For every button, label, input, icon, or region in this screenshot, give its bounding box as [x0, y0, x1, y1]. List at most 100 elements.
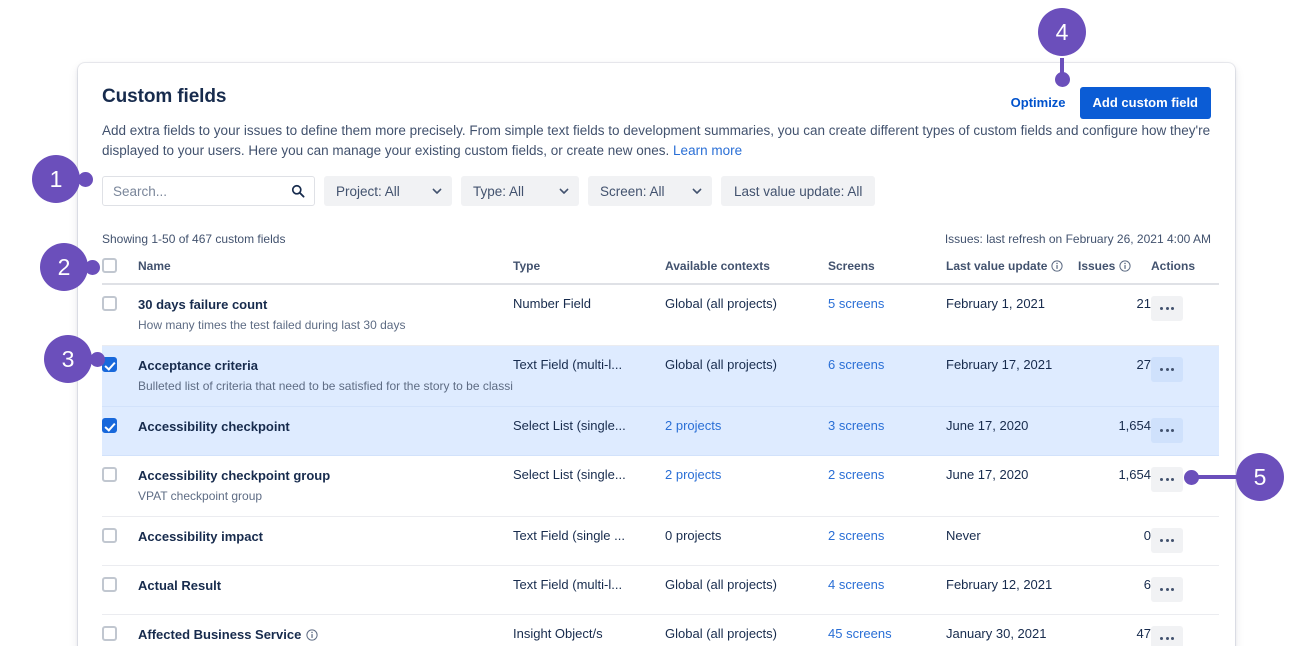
- learn-more-link[interactable]: Learn more: [673, 143, 742, 158]
- ellipsis-dot: [1165, 637, 1169, 640]
- annotation-4-connector-dot: [1055, 72, 1070, 87]
- table-row[interactable]: 30 days failure count How many times the …: [102, 284, 1219, 346]
- field-name[interactable]: Accessibility checkpoint: [138, 418, 290, 435]
- field-name[interactable]: Accessibility impact: [138, 528, 263, 545]
- row-last-value-update-cell: February 12, 2021: [946, 566, 1078, 615]
- field-screens-link[interactable]: 3 screens: [828, 418, 884, 433]
- search-input[interactable]: [103, 177, 314, 205]
- ellipsis-dot: [1160, 429, 1163, 432]
- ellipsis-dot: [1171, 429, 1174, 432]
- row-actions-button[interactable]: [1151, 418, 1183, 443]
- row-name-cell: Acceptance criteria Bulleted list of crit…: [138, 346, 513, 407]
- row-actions-button[interactable]: [1151, 577, 1183, 602]
- row-last-value-update-cell: January 30, 2021: [946, 615, 1078, 646]
- field-issues-count: 1,654: [1118, 418, 1151, 433]
- field-last-value-update: February 12, 2021: [946, 577, 1053, 592]
- field-name[interactable]: Accessibility checkpoint group: [138, 467, 330, 484]
- custom-fields-table: Name Type Available contexts Screens Las…: [102, 258, 1219, 646]
- row-actions-cell: [1151, 346, 1219, 407]
- search-box[interactable]: [102, 176, 315, 206]
- field-last-value-update: Never: [946, 528, 981, 543]
- filter-type-dropdown[interactable]: Type: All: [461, 176, 579, 206]
- field-name[interactable]: Affected Business Service: [138, 626, 318, 643]
- row-checkbox[interactable]: [102, 577, 117, 592]
- header-screens[interactable]: Screens: [828, 258, 946, 285]
- filter-screen-dropdown[interactable]: Screen: All: [588, 176, 712, 206]
- row-issues-cell: 6: [1078, 566, 1151, 615]
- row-actions-cell: [1151, 566, 1219, 615]
- row-checkbox[interactable]: [102, 418, 117, 433]
- row-issues-cell: 1,654: [1078, 407, 1151, 456]
- field-name-label: Affected Business Service: [138, 627, 302, 642]
- row-contexts-cell: Global (all projects): [665, 566, 828, 615]
- header-last-value-update[interactable]: Last value update: [946, 258, 1078, 285]
- row-actions-cell: [1151, 284, 1219, 346]
- field-name[interactable]: Actual Result: [138, 577, 221, 594]
- field-screens-link[interactable]: 6 screens: [828, 357, 884, 372]
- info-icon[interactable]: [306, 628, 318, 641]
- info-icon[interactable]: [1051, 260, 1063, 272]
- table-row[interactable]: Accessibility checkpoint group VPAT check…: [102, 456, 1219, 517]
- filter-last-value-update-dropdown[interactable]: Last value update: All: [721, 176, 876, 206]
- row-checkbox[interactable]: [102, 626, 117, 641]
- table-row[interactable]: Accessibility impact Text Field (single .…: [102, 517, 1219, 566]
- field-contexts: Global (all projects): [665, 357, 777, 372]
- header-name[interactable]: Name: [138, 258, 513, 285]
- select-all-checkbox[interactable]: [102, 258, 117, 273]
- row-actions-button[interactable]: [1151, 296, 1183, 321]
- field-name-label: Accessibility checkpoint: [138, 419, 290, 434]
- table-row[interactable]: Accessibility checkpoint Select List (sin…: [102, 406, 1219, 456]
- row-checkbox[interactable]: [102, 528, 117, 543]
- annotation-1-connector-dot: [78, 172, 93, 187]
- table-row[interactable]: Acceptance criteria Bulleted list of crit…: [102, 345, 1219, 407]
- row-actions-button[interactable]: [1151, 626, 1183, 646]
- field-name[interactable]: Acceptance criteria: [138, 357, 258, 374]
- annotation-badge-3: 3: [44, 335, 92, 383]
- table-row[interactable]: Actual Result Text Field (multi-l... Globa…: [102, 566, 1219, 615]
- row-issues-cell: 1,654: [1078, 456, 1151, 517]
- header-issues[interactable]: Issues: [1078, 258, 1151, 285]
- info-icon[interactable]: [1119, 260, 1131, 272]
- ellipsis-dot: [1165, 478, 1169, 481]
- row-checkbox[interactable]: [102, 296, 117, 311]
- annotation-badge-2: 2: [40, 243, 88, 291]
- row-contexts-cell: 2 projects: [665, 456, 828, 517]
- filter-bar: Project: All Type: All Screen: All: [102, 176, 1211, 206]
- field-contexts[interactable]: 2 projects: [665, 418, 721, 433]
- table-body: 30 days failure count How many times the …: [102, 284, 1219, 646]
- row-checkbox[interactable]: [102, 467, 117, 482]
- field-type: Number Field: [513, 296, 592, 311]
- custom-fields-card: Custom fields Optimize Add custom field …: [78, 63, 1235, 646]
- row-select-cell: [102, 566, 138, 615]
- optimize-link[interactable]: Optimize: [1011, 95, 1066, 111]
- field-name[interactable]: 30 days failure count: [138, 296, 267, 313]
- row-actions-button[interactable]: [1151, 357, 1183, 382]
- row-actions-button[interactable]: [1151, 467, 1183, 492]
- filter-project-dropdown[interactable]: Project: All: [324, 176, 452, 206]
- field-screens-link[interactable]: 2 screens: [828, 528, 884, 543]
- row-screens-cell: 6 screens: [828, 346, 946, 407]
- row-issues-cell: 21: [1078, 284, 1151, 346]
- field-screens-link[interactable]: 45 screens: [828, 626, 892, 641]
- field-name-label: Actual Result: [138, 578, 222, 593]
- field-screens-link[interactable]: 2 screens: [828, 467, 884, 482]
- table-header-row: Name Type Available contexts Screens Las…: [102, 258, 1219, 285]
- filter-screen-label: Screen: All: [600, 183, 665, 199]
- header-available-contexts[interactable]: Available contexts: [665, 258, 828, 285]
- field-screens-link[interactable]: 4 screens: [828, 577, 884, 592]
- field-screens-link[interactable]: 5 screens: [828, 296, 884, 311]
- add-custom-field-button[interactable]: Add custom field: [1079, 87, 1211, 119]
- header-type[interactable]: Type: [513, 258, 665, 285]
- table-row[interactable]: Affected Business ServiceAffected Busine…: [102, 615, 1219, 646]
- filter-type-label: Type: All: [473, 183, 525, 199]
- field-contexts[interactable]: 2 projects: [665, 467, 721, 482]
- ellipsis-dot: [1171, 637, 1174, 640]
- field-issues-count: 1,654: [1118, 467, 1151, 482]
- field-last-value-update: January 30, 2021: [946, 626, 1047, 641]
- row-actions-cell: [1151, 615, 1219, 646]
- row-type-cell: Text Field (multi-l...: [513, 566, 665, 615]
- ellipsis-dot: [1165, 429, 1169, 432]
- field-contexts: Global (all projects): [665, 577, 777, 592]
- row-issues-cell: 27: [1078, 346, 1151, 407]
- row-actions-button[interactable]: [1151, 528, 1183, 553]
